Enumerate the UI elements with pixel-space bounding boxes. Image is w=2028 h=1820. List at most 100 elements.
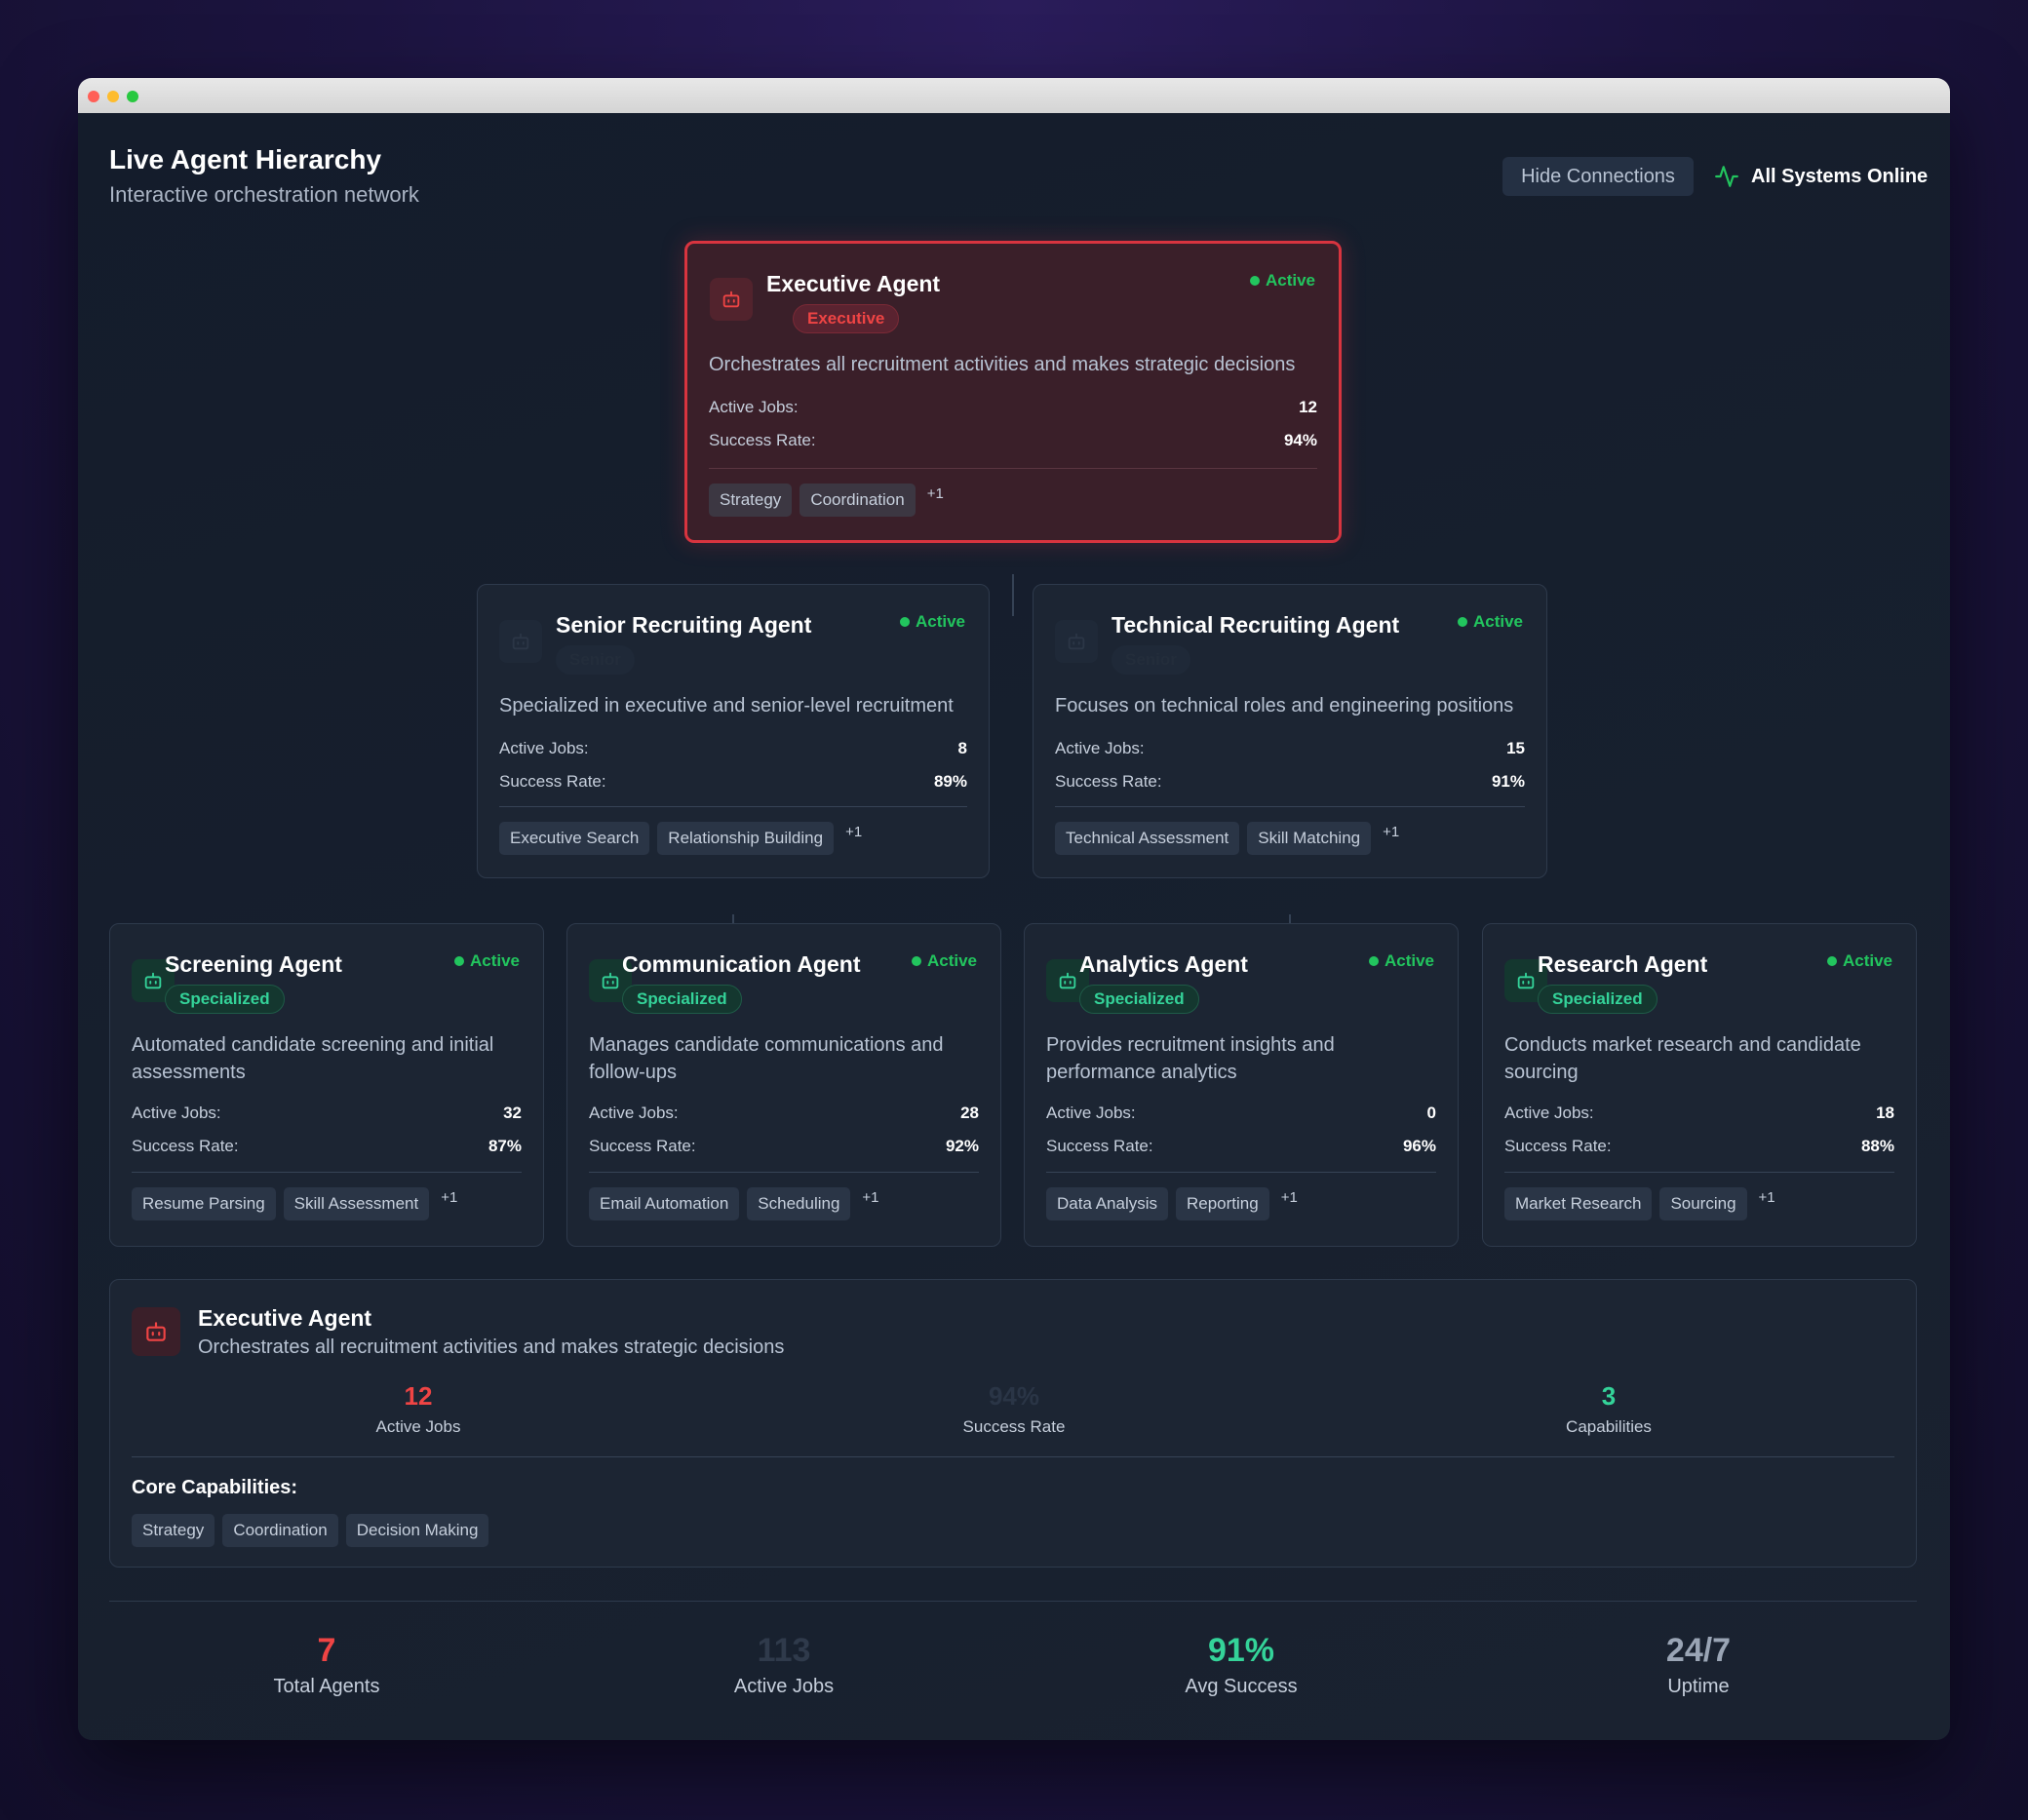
connector-line (1012, 574, 1014, 616)
maximize-window-button[interactable] (127, 91, 138, 102)
more-tags-count: +1 (926, 485, 944, 502)
active-jobs-row: Active Jobs: 12 (709, 398, 1317, 417)
agent-name: Technical Recruiting Agent (1112, 612, 1400, 638)
summary-value: 91% (1207, 1632, 1275, 1669)
active-jobs-label: Active Jobs: (709, 398, 799, 416)
footer-divider (109, 1601, 1917, 1602)
status-indicator: Active (1249, 271, 1315, 290)
success-rate-value: 88% (1860, 1137, 1894, 1155)
agent-card-research[interactable]: Research Agent Specialized Active Conduc… (1482, 923, 1917, 1247)
active-jobs-row: Active Jobs: 32 (132, 1104, 522, 1123)
active-jobs-value: 8 (957, 739, 967, 757)
agent-name: Executive Agent (766, 271, 941, 296)
activity-icon (1715, 166, 1738, 187)
capability-tag: Decision Making (345, 1514, 489, 1547)
success-rate-value: 91% (1491, 772, 1525, 791)
summary-label: Uptime (1667, 1676, 1730, 1697)
status-label: Active (926, 951, 977, 970)
success-rate-value: 89% (933, 772, 967, 791)
hide-connections-button[interactable]: Hide Connections (1502, 157, 1694, 196)
robot-icon (132, 1307, 180, 1356)
title-bar (78, 78, 1950, 113)
capability-tag: Relationship Building (657, 822, 835, 855)
success-rate-label: Success Rate: (1504, 1137, 1612, 1155)
active-jobs-label: Active Jobs: (1055, 739, 1145, 757)
robot-icon (710, 278, 753, 321)
status-dot-icon (1826, 956, 1837, 966)
success-rate-value: 92% (945, 1137, 979, 1155)
status-label: Active (1265, 271, 1315, 290)
core-capabilities-title: Core Capabilities: (132, 1477, 298, 1498)
status-label: Active (1472, 612, 1523, 631)
status-dot-icon (1249, 276, 1260, 286)
active-jobs-row: Active Jobs: 15 (1055, 739, 1525, 758)
status-dot-icon (453, 956, 464, 966)
agent-tier-badge: Specialized (165, 985, 285, 1014)
close-window-button[interactable] (88, 91, 99, 102)
capability-tag: Email Automation (589, 1187, 740, 1220)
success-rate-label: Success Rate: (132, 1137, 239, 1155)
status-indicator: Active (911, 951, 977, 971)
card-divider (499, 806, 967, 807)
metric-label: Capabilities (1566, 1417, 1652, 1436)
agent-card-technical-recruiting[interactable]: Technical Recruiting Agent Senior Active… (1033, 584, 1547, 878)
card-divider (1055, 806, 1525, 807)
status-dot-icon (911, 956, 921, 966)
agent-name: Communication Agent (622, 951, 861, 977)
success-rate-value: 94% (1283, 431, 1317, 449)
more-tags-count: +1 (1280, 1189, 1298, 1206)
minimize-window-button[interactable] (107, 91, 119, 102)
agent-card-executive[interactable]: Executive Agent Executive Active Orchest… (684, 241, 1342, 543)
agent-tier-badge: Specialized (622, 985, 742, 1014)
active-jobs-value: 18 (1876, 1104, 1894, 1122)
active-jobs-value: 12 (1299, 398, 1317, 416)
agent-card-analytics[interactable]: Analytics Agent Specialized Active Provi… (1024, 923, 1459, 1247)
agent-card-senior-recruiting[interactable]: Senior Recruiting Agent Senior Active Sp… (477, 584, 990, 878)
summary-active-jobs: 113 Active Jobs (638, 1632, 930, 1698)
success-rate-row: Success Rate: 92% (589, 1137, 979, 1156)
active-jobs-label: Active Jobs: (132, 1104, 221, 1122)
agent-card-screening[interactable]: Screening Agent Specialized Active Autom… (109, 923, 544, 1247)
agent-tier-badge: Senior (1112, 645, 1190, 675)
metric-label: Success Rate (962, 1417, 1066, 1436)
app-window: Live Agent Hierarchy Interactive orchest… (78, 78, 1950, 1740)
detail-metric-active-jobs: 12 Active Jobs (272, 1381, 565, 1437)
detail-agent-description: Orchestrates all recruitment activities … (198, 1336, 785, 1358)
capability-tags: Executive Search Relationship Building +… (499, 822, 862, 855)
metric-value: 94% (988, 1381, 1040, 1411)
capability-tag: Technical Assessment (1055, 822, 1240, 855)
agent-description: Automated candidate screening and initia… (132, 1034, 494, 1083)
active-jobs-row: Active Jobs: 18 (1504, 1104, 1894, 1123)
success-rate-label: Success Rate: (709, 431, 816, 449)
status-label: Active (1842, 951, 1892, 970)
panel-divider (132, 1456, 1894, 1457)
summary-label: Active Jobs (733, 1676, 835, 1697)
summary-label: Total Agents (273, 1676, 380, 1697)
agent-card-communication[interactable]: Communication Agent Specialized Active M… (566, 923, 1001, 1247)
capability-tags: Resume Parsing Skill Assessment +1 (132, 1187, 457, 1220)
agent-name: Research Agent (1538, 951, 1708, 977)
more-tags-count: +1 (845, 824, 863, 840)
summary-uptime: 24/7 Uptime (1552, 1632, 1845, 1698)
active-jobs-label: Active Jobs: (499, 739, 589, 757)
summary-label: Avg Success (1185, 1676, 1298, 1697)
more-tags-count: +1 (1758, 1189, 1775, 1206)
agent-tier-badge: Executive (793, 304, 900, 333)
capability-tags: Data Analysis Reporting +1 (1046, 1187, 1298, 1220)
capability-tag: Coordination (800, 484, 916, 517)
success-rate-row: Success Rate: 94% (709, 431, 1317, 450)
capability-tags: Technical Assessment Skill Matching +1 (1055, 822, 1399, 855)
active-jobs-value: 0 (1426, 1104, 1436, 1122)
summary-value: 113 (757, 1632, 811, 1669)
systems-status-label: All Systems Online (1751, 165, 1929, 187)
capability-tag: Strategy (709, 484, 793, 517)
active-jobs-label: Active Jobs: (1504, 1104, 1594, 1122)
agent-name: Screening Agent (165, 951, 342, 977)
agent-description: Conducts market research and candidate s… (1504, 1034, 1861, 1083)
active-jobs-label: Active Jobs: (589, 1104, 679, 1122)
active-jobs-value: 32 (503, 1104, 522, 1122)
success-rate-row: Success Rate: 89% (499, 772, 967, 792)
status-indicator: Active (899, 612, 965, 632)
capability-tag: Reporting (1176, 1187, 1269, 1220)
systems-status: All Systems Online (1714, 157, 1928, 196)
